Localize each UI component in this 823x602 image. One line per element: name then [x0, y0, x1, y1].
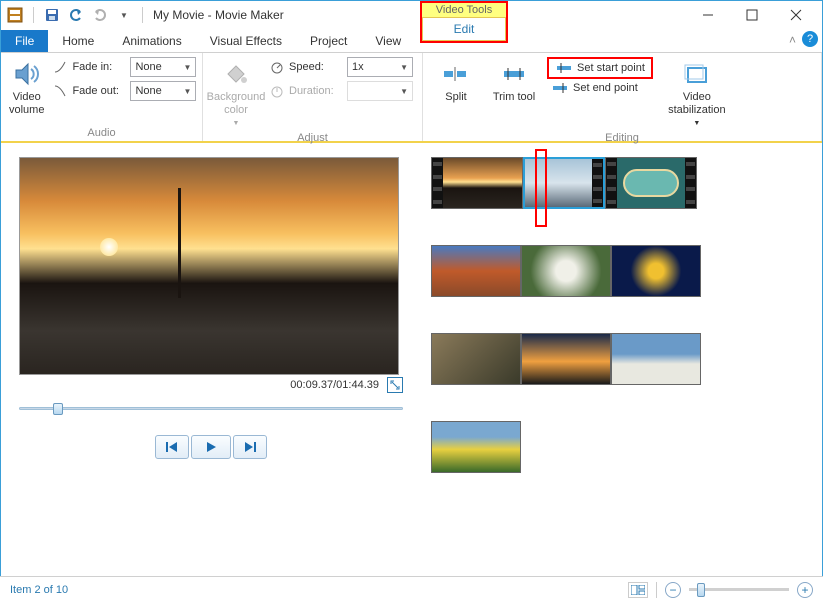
trim-icon	[500, 57, 528, 91]
minimize-button[interactable]	[686, 1, 730, 29]
video-stabilization-button[interactable]: Video stabilization ▼	[661, 57, 733, 130]
window-title: My Movie - Movie Maker	[153, 8, 284, 22]
app-icon[interactable]	[5, 5, 25, 25]
timeline-row	[431, 245, 812, 297]
split-icon	[442, 57, 470, 91]
context-group-label: Video Tools	[422, 3, 506, 17]
clip-thumbnail[interactable]	[611, 245, 701, 297]
status-item-count: Item 2 of 10	[10, 584, 68, 596]
redo-button[interactable]	[90, 5, 110, 25]
maximize-button[interactable]	[730, 1, 774, 29]
title-bar: ▼ My Movie - Movie Maker Video Tools Edi…	[1, 1, 822, 29]
end-point-icon	[551, 81, 569, 95]
preview-player[interactable]	[19, 157, 399, 375]
bg-color-label: Background color	[207, 91, 266, 117]
duration-label: Duration:	[289, 85, 343, 97]
timeline-row	[431, 333, 812, 385]
fade-in-combo[interactable]: None▼	[130, 57, 196, 77]
set-end-label: Set end point	[573, 82, 638, 94]
timeline-pane[interactable]	[421, 143, 822, 543]
collapse-ribbon-button[interactable]: ˄	[789, 33, 796, 47]
tab-file[interactable]: File	[1, 30, 48, 52]
zoom-slider[interactable]	[689, 588, 789, 591]
start-point-icon	[555, 61, 573, 75]
clip-thumbnail[interactable]	[605, 157, 697, 209]
qat-dropdown[interactable]: ▼	[114, 5, 134, 25]
ribbon-tabs: File Home Animations Visual Effects Proj…	[1, 29, 822, 53]
clip-thumbnail[interactable]	[521, 333, 611, 385]
timeline-row	[431, 421, 812, 473]
set-end-point-button[interactable]: Set end point	[547, 79, 653, 97]
help-button[interactable]: ?	[802, 31, 818, 47]
split-button[interactable]: Split	[431, 57, 481, 104]
seek-thumb[interactable]	[53, 403, 63, 415]
save-button[interactable]	[42, 5, 62, 25]
seek-slider[interactable]	[19, 401, 403, 417]
time-display: 00:09.37/01:44.39	[290, 379, 379, 391]
close-button[interactable]	[774, 1, 818, 29]
group-label-audio: Audio	[9, 127, 194, 139]
fade-out-label: Fade out:	[72, 85, 126, 97]
fade-out-icon	[52, 83, 68, 99]
playback-controls	[19, 435, 403, 459]
tab-home[interactable]: Home	[48, 30, 108, 52]
speaker-icon	[12, 57, 42, 91]
preview-pane: 00:09.37/01:44.39	[1, 143, 421, 543]
clip-thumbnail[interactable]	[431, 421, 521, 473]
video-volume-label: Video volume	[9, 91, 44, 117]
set-start-point-button[interactable]: Set start point	[551, 59, 649, 77]
fade-in-icon	[52, 59, 68, 75]
duration-combo: ▼	[347, 81, 413, 101]
trim-label: Trim tool	[493, 91, 535, 104]
clip-thumbnail[interactable]	[431, 157, 523, 209]
fade-out-combo[interactable]: None▼	[130, 81, 196, 101]
undo-button[interactable]	[66, 5, 86, 25]
prev-frame-button[interactable]	[155, 435, 189, 459]
zoom-in-button[interactable]: +	[797, 582, 813, 598]
timeline-row	[431, 157, 812, 209]
preview-thumbnail	[20, 158, 398, 374]
playhead-marker[interactable]	[535, 149, 547, 227]
tab-visual-effects[interactable]: Visual Effects	[196, 30, 296, 52]
stabilization-label: Video stabilization	[661, 91, 733, 117]
speed-icon	[269, 59, 285, 75]
clip-thumbnail[interactable]	[431, 245, 521, 297]
play-button[interactable]	[191, 435, 231, 459]
fade-in-label: Fade in:	[72, 61, 126, 73]
set-start-label: Set start point	[577, 62, 645, 74]
next-frame-button[interactable]	[233, 435, 267, 459]
tab-project[interactable]: Project	[296, 30, 361, 52]
fullscreen-button[interactable]	[387, 377, 403, 393]
ribbon: Video volume Fade in: None▼ Fade out: No…	[1, 53, 822, 143]
duration-icon	[269, 83, 285, 99]
paint-bucket-icon	[222, 57, 250, 91]
split-label: Split	[445, 91, 466, 104]
speed-combo[interactable]: 1x▼	[347, 57, 413, 77]
tab-view[interactable]: View	[361, 30, 415, 52]
tab-animations[interactable]: Animations	[108, 30, 195, 52]
quick-access-toolbar: ▼	[5, 5, 147, 25]
highlight-set-start: Set start point	[547, 57, 653, 79]
video-volume-button[interactable]: Video volume	[9, 57, 44, 117]
zoom-out-button[interactable]: −	[665, 582, 681, 598]
status-bar: Item 2 of 10 − +	[0, 576, 823, 602]
speed-label: Speed:	[289, 61, 343, 73]
clip-thumbnail[interactable]	[431, 333, 521, 385]
clip-thumbnail[interactable]	[521, 245, 611, 297]
zoom-thumb[interactable]	[697, 583, 705, 597]
trim-tool-button[interactable]: Trim tool	[489, 57, 539, 104]
stabilization-icon	[683, 57, 711, 91]
content-area: 00:09.37/01:44.39	[1, 143, 822, 543]
clip-thumbnail-selected[interactable]	[523, 157, 605, 209]
background-color-button[interactable]: Background color ▼	[211, 57, 261, 130]
view-mode-button[interactable]	[628, 582, 648, 598]
clip-thumbnail[interactable]	[611, 333, 701, 385]
